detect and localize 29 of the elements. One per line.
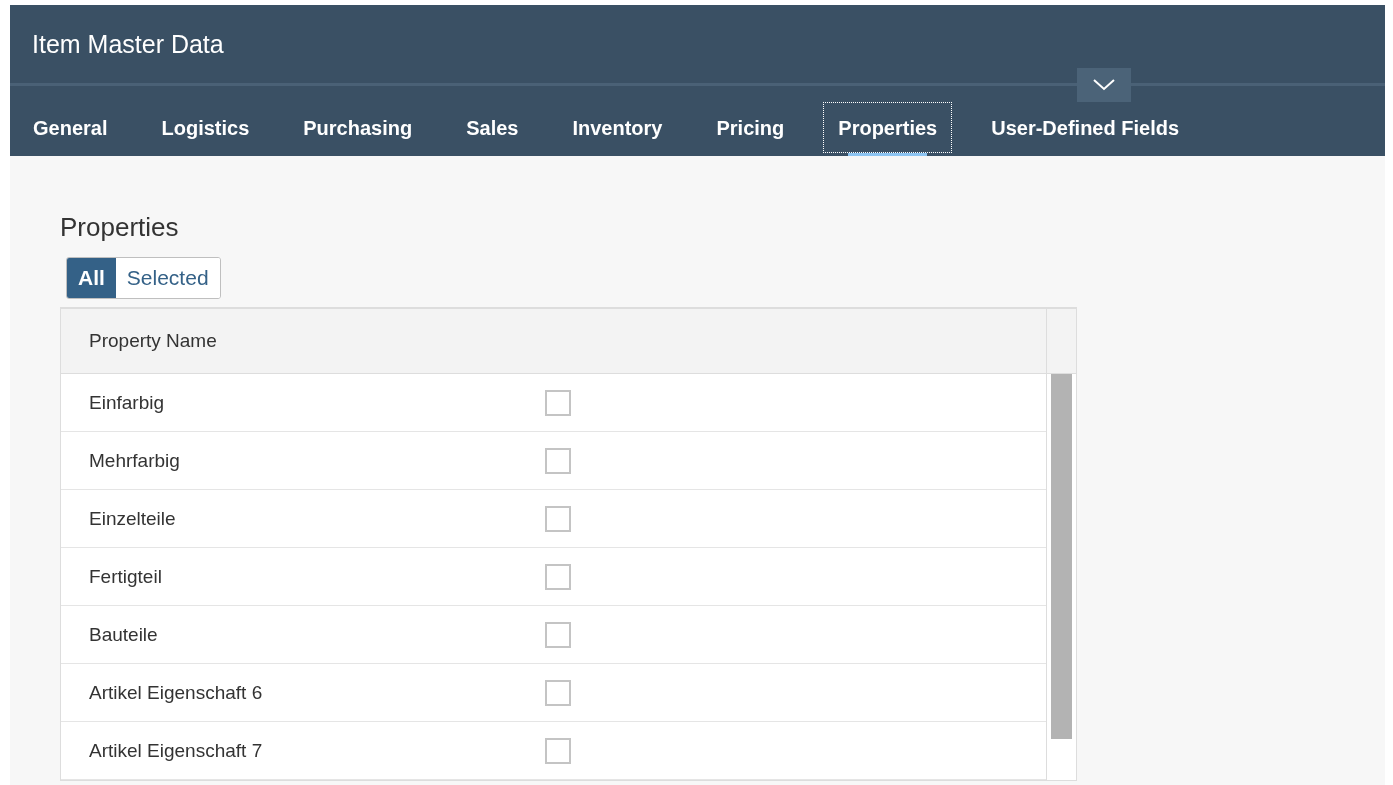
collapse-button[interactable] (1077, 68, 1131, 102)
table-cell-text: Artikel Eigenschaft 6 (88, 681, 264, 704)
tab[interactable]: User-Defined Fields (976, 102, 1195, 153)
table-cell-text: Mehrfarbig (88, 449, 181, 472)
checkbox[interactable] (545, 447, 571, 474)
chevron-down-icon (1093, 79, 1115, 91)
tab[interactable]: General (18, 102, 123, 153)
scrollbar-thumb[interactable] (1051, 374, 1072, 739)
tab[interactable]: Properties (823, 102, 953, 153)
table-cell-text: Artikel Eigenschaft 7 (88, 739, 264, 762)
checkbox[interactable] (545, 679, 571, 706)
column-header: Property Name (61, 309, 1046, 374)
tab[interactable]: Sales (451, 102, 534, 153)
checkbox[interactable] (545, 505, 571, 532)
table-cell-text: Fertigteil (88, 565, 163, 588)
checkbox[interactable] (545, 737, 571, 764)
table-cell-text: Einfarbig (88, 391, 165, 414)
tab[interactable]: Pricing (701, 102, 800, 153)
checkbox[interactable] (545, 389, 571, 416)
filter-option[interactable]: All (67, 258, 116, 298)
tab[interactable]: Logistics (146, 102, 265, 153)
checkbox[interactable] (545, 563, 571, 590)
tab[interactable]: Inventory (557, 102, 678, 153)
checkbox[interactable] (545, 621, 571, 648)
tab[interactable]: Purchasing (288, 102, 428, 153)
table-cell-text: Einzelteile (88, 507, 177, 530)
window-title: Item Master Data (32, 29, 224, 59)
section-title: Properties (60, 212, 180, 243)
table-cell-text: Bauteile (88, 623, 159, 646)
